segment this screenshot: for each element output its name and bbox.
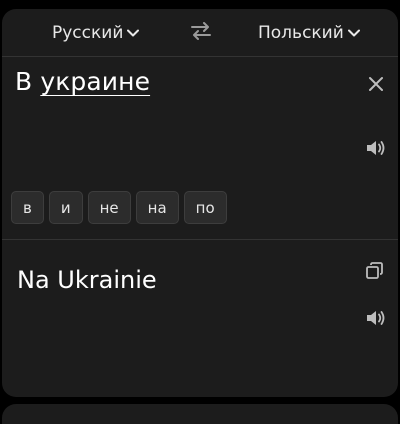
suggestion-chip[interactable]: на bbox=[135, 191, 179, 224]
translation-speaker-button[interactable] bbox=[366, 309, 388, 329]
close-icon bbox=[368, 76, 384, 96]
source-language-label: Русский bbox=[52, 23, 124, 43]
speaker-icon bbox=[366, 141, 386, 161]
target-language-selector[interactable]: Польский bbox=[258, 21, 360, 45]
clear-text-button[interactable] bbox=[365, 75, 387, 97]
translation-text: Na Ukrainie bbox=[17, 266, 157, 294]
source-text-input[interactable]: В украине bbox=[15, 67, 150, 96]
section-divider bbox=[2, 239, 398, 240]
next-card-edge bbox=[2, 404, 398, 424]
source-language-selector[interactable]: Русский bbox=[52, 21, 140, 45]
translator-card: Русский Польский В украине в и не на по … bbox=[2, 9, 398, 397]
copy-icon bbox=[366, 262, 383, 283]
swap-languages-button[interactable] bbox=[189, 22, 213, 44]
speaker-icon bbox=[366, 311, 386, 331]
suggestion-chip[interactable]: по bbox=[183, 191, 227, 224]
word-suggestions: в и не на по bbox=[11, 191, 227, 224]
source-text-prefix: В bbox=[15, 67, 41, 96]
suggestion-chip[interactable]: в bbox=[11, 191, 44, 224]
suggestion-chip[interactable]: не bbox=[87, 191, 131, 224]
chevron-down-icon bbox=[127, 29, 140, 37]
language-bar: Русский Польский bbox=[2, 9, 398, 57]
source-text-misspelled-word[interactable]: украине bbox=[40, 67, 150, 96]
target-language-label: Польский bbox=[258, 23, 344, 43]
swap-arrows-icon bbox=[190, 22, 212, 44]
copy-translation-button[interactable] bbox=[366, 262, 384, 280]
suggestion-chip[interactable]: и bbox=[48, 191, 83, 224]
source-speaker-button[interactable] bbox=[366, 139, 388, 159]
chevron-down-icon bbox=[347, 29, 360, 37]
